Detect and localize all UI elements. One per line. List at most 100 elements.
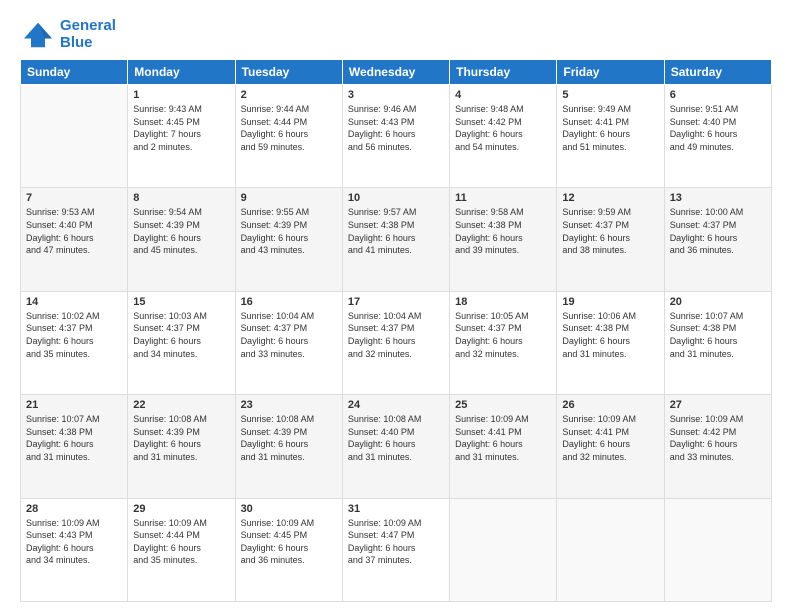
day-number: 11 <box>455 192 551 204</box>
day-number: 1 <box>133 89 229 101</box>
day-number: 21 <box>26 399 122 411</box>
day-info: Sunrise: 9:54 AMSunset: 4:39 PMDaylight:… <box>133 206 229 256</box>
day-info: Sunrise: 9:55 AMSunset: 4:39 PMDaylight:… <box>241 206 337 256</box>
calendar-cell: 5 Sunrise: 9:49 AMSunset: 4:41 PMDaylight… <box>557 85 664 188</box>
calendar-cell: 18 Sunrise: 10:05 AMSunset: 4:37 PMDaylig… <box>450 291 557 394</box>
day-info: Sunrise: 10:03 AMSunset: 4:37 PMDaylight… <box>133 310 229 360</box>
day-number: 25 <box>455 399 551 411</box>
logo-text: General Blue <box>60 18 116 51</box>
day-info: Sunrise: 10:09 AMSunset: 4:41 PMDaylight… <box>455 413 551 463</box>
calendar-cell: 20 Sunrise: 10:07 AMSunset: 4:38 PMDaylig… <box>664 291 771 394</box>
calendar-cell: 12Sunrise: 9:59 AMSunset: 4:37 PMDayligh… <box>557 188 664 291</box>
day-number: 3 <box>348 89 444 101</box>
day-info: Sunrise: 10:06 AMSunset: 4:38 PMDaylight… <box>562 310 658 360</box>
weekday-header-friday: Friday <box>557 60 664 85</box>
day-info: Sunrise: 10:08 AMSunset: 4:40 PMDaylight… <box>348 413 444 463</box>
header: General Blue <box>20 18 772 51</box>
calendar-body: 1 Sunrise: 9:43 AMSunset: 4:45 PMDaylight… <box>21 85 772 602</box>
day-number: 13 <box>670 192 766 204</box>
calendar-cell: 14Sunrise: 10:02 AMSunset: 4:37 PMDaylig… <box>21 291 128 394</box>
calendar-week-5: 28Sunrise: 10:09 AMSunset: 4:43 PMDaylig… <box>21 498 772 601</box>
calendar-cell: 21 Sunrise: 10:07 AMSunset: 4:38 PMDaylig… <box>21 395 128 498</box>
calendar-week-4: 21 Sunrise: 10:07 AMSunset: 4:38 PMDaylig… <box>21 395 772 498</box>
day-info: Sunrise: 10:07 AMSunset: 4:38 PMDaylight… <box>26 413 122 463</box>
day-info: Sunrise: 10:09 AMSunset: 4:43 PMDaylight… <box>26 517 122 567</box>
calendar-cell: 6 Sunrise: 9:51 AMSunset: 4:40 PMDaylight… <box>664 85 771 188</box>
day-info: Sunrise: 10:04 AMSunset: 4:37 PMDaylight… <box>348 310 444 360</box>
day-info: Sunrise: 10:04 AMSunset: 4:37 PMDaylight… <box>241 310 337 360</box>
calendar-cell: 10Sunrise: 9:57 AMSunset: 4:38 PMDayligh… <box>342 188 449 291</box>
logo-icon <box>20 21 56 49</box>
day-number: 24 <box>348 399 444 411</box>
day-info: Sunrise: 9:48 AMSunset: 4:42 PMDaylight:… <box>455 103 551 153</box>
calendar-cell: 2Sunrise: 9:44 AMSunset: 4:44 PMDaylight… <box>235 85 342 188</box>
day-info: Sunrise: 10:07 AMSunset: 4:38 PMDaylight… <box>670 310 766 360</box>
calendar-cell: 25 Sunrise: 10:09 AMSunset: 4:41 PMDaylig… <box>450 395 557 498</box>
day-info: Sunrise: 10:02 AMSunset: 4:37 PMDaylight… <box>26 310 122 360</box>
calendar-cell <box>21 85 128 188</box>
day-info: Sunrise: 10:09 AMSunset: 4:44 PMDaylight… <box>133 517 229 567</box>
day-number: 26 <box>562 399 658 411</box>
day-info: Sunrise: 9:57 AMSunset: 4:38 PMDaylight:… <box>348 206 444 256</box>
weekday-header-thursday: Thursday <box>450 60 557 85</box>
weekday-header-tuesday: Tuesday <box>235 60 342 85</box>
day-info: Sunrise: 10:08 AMSunset: 4:39 PMDaylight… <box>133 413 229 463</box>
calendar-cell: 23 Sunrise: 10:08 AMSunset: 4:39 PMDaylig… <box>235 395 342 498</box>
calendar-cell: 4 Sunrise: 9:48 AMSunset: 4:42 PMDaylight… <box>450 85 557 188</box>
calendar-cell: 13 Sunrise: 10:00 AMSunset: 4:37 PMDaylig… <box>664 188 771 291</box>
day-number: 9 <box>241 192 337 204</box>
day-number: 7 <box>26 192 122 204</box>
calendar-cell <box>450 498 557 601</box>
logo: General Blue <box>20 18 116 51</box>
day-number: 19 <box>562 296 658 308</box>
calendar-week-1: 1 Sunrise: 9:43 AMSunset: 4:45 PMDaylight… <box>21 85 772 188</box>
day-info: Sunrise: 10:09 AMSunset: 4:42 PMDaylight… <box>670 413 766 463</box>
day-number: 5 <box>562 89 658 101</box>
day-info: Sunrise: 9:53 AMSunset: 4:40 PMDaylight:… <box>26 206 122 256</box>
day-number: 29 <box>133 503 229 515</box>
weekday-header-monday: Monday <box>128 60 235 85</box>
weekday-header-sunday: Sunday <box>21 60 128 85</box>
day-number: 2 <box>241 89 337 101</box>
day-info: Sunrise: 10:00 AMSunset: 4:37 PMDaylight… <box>670 206 766 256</box>
calendar-week-3: 14Sunrise: 10:02 AMSunset: 4:37 PMDaylig… <box>21 291 772 394</box>
day-number: 12 <box>562 192 658 204</box>
day-info: Sunrise: 9:49 AMSunset: 4:41 PMDaylight:… <box>562 103 658 153</box>
calendar-cell: 28Sunrise: 10:09 AMSunset: 4:43 PMDaylig… <box>21 498 128 601</box>
calendar-cell: 27 Sunrise: 10:09 AMSunset: 4:42 PMDaylig… <box>664 395 771 498</box>
day-number: 22 <box>133 399 229 411</box>
day-number: 27 <box>670 399 766 411</box>
calendar-cell: 19 Sunrise: 10:06 AMSunset: 4:38 PMDaylig… <box>557 291 664 394</box>
calendar-cell: 7 Sunrise: 9:53 AMSunset: 4:40 PMDaylight… <box>21 188 128 291</box>
calendar-cell: 11 Sunrise: 9:58 AMSunset: 4:38 PMDayligh… <box>450 188 557 291</box>
day-number: 6 <box>670 89 766 101</box>
day-number: 17 <box>348 296 444 308</box>
day-info: Sunrise: 10:05 AMSunset: 4:37 PMDaylight… <box>455 310 551 360</box>
day-info: Sunrise: 9:51 AMSunset: 4:40 PMDaylight:… <box>670 103 766 153</box>
calendar-cell: 31Sunrise: 10:09 AMSunset: 4:47 PMDaylig… <box>342 498 449 601</box>
day-info: Sunrise: 10:09 AMSunset: 4:45 PMDaylight… <box>241 517 337 567</box>
day-info: Sunrise: 9:58 AMSunset: 4:38 PMDaylight:… <box>455 206 551 256</box>
calendar-cell: 17 Sunrise: 10:04 AMSunset: 4:37 PMDaylig… <box>342 291 449 394</box>
day-number: 20 <box>670 296 766 308</box>
day-number: 30 <box>241 503 337 515</box>
calendar-cell: 30 Sunrise: 10:09 AMSunset: 4:45 PMDaylig… <box>235 498 342 601</box>
calendar-cell: 22 Sunrise: 10:08 AMSunset: 4:39 PMDaylig… <box>128 395 235 498</box>
day-number: 16 <box>241 296 337 308</box>
calendar-cell: 16 Sunrise: 10:04 AMSunset: 4:37 PMDaylig… <box>235 291 342 394</box>
weekday-header-saturday: Saturday <box>664 60 771 85</box>
page: General Blue SundayMondayTuesdayWednesda… <box>0 0 792 612</box>
weekday-header-wednesday: Wednesday <box>342 60 449 85</box>
calendar-cell: 9 Sunrise: 9:55 AMSunset: 4:39 PMDaylight… <box>235 188 342 291</box>
day-number: 4 <box>455 89 551 101</box>
day-info: Sunrise: 10:08 AMSunset: 4:39 PMDaylight… <box>241 413 337 463</box>
day-number: 18 <box>455 296 551 308</box>
day-number: 23 <box>241 399 337 411</box>
calendar-week-2: 7 Sunrise: 9:53 AMSunset: 4:40 PMDaylight… <box>21 188 772 291</box>
calendar-cell <box>557 498 664 601</box>
day-info: Sunrise: 9:43 AMSunset: 4:45 PMDaylight:… <box>133 103 229 153</box>
calendar-cell: 1 Sunrise: 9:43 AMSunset: 4:45 PMDaylight… <box>128 85 235 188</box>
day-number: 15 <box>133 296 229 308</box>
calendar: SundayMondayTuesdayWednesdayThursdayFrid… <box>20 59 772 602</box>
day-info: Sunrise: 9:46 AMSunset: 4:43 PMDaylight:… <box>348 103 444 153</box>
